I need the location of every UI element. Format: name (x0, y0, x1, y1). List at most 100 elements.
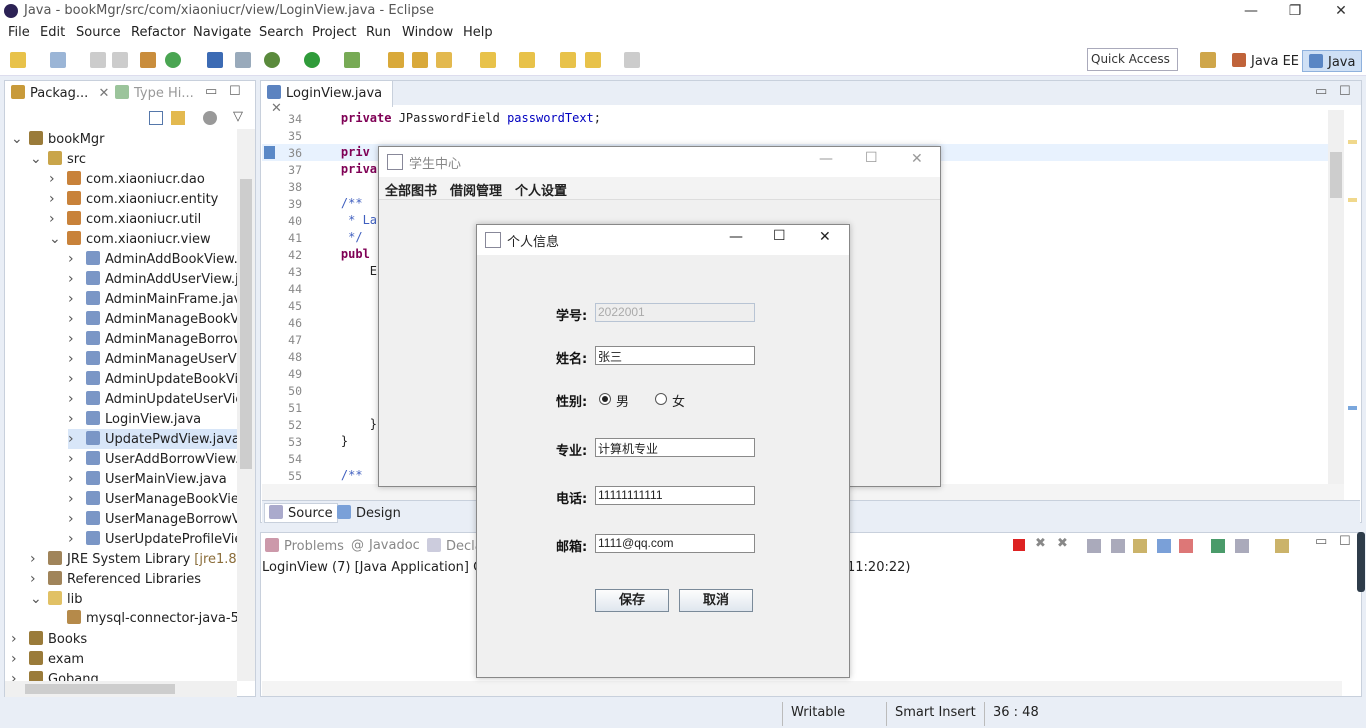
tree-item[interactable]: › LoginView.java (68, 409, 201, 429)
tree-item[interactable]: ⌄ src (30, 149, 86, 169)
save-button[interactable]: 保存 (595, 589, 669, 612)
quick-access-input[interactable]: Quick Access (1087, 48, 1178, 71)
tree-item[interactable]: › AdminManageBorrow (68, 329, 237, 349)
tree-item[interactable]: › UserManageBookView (68, 489, 237, 509)
editor-vertical-scrollbar[interactable] (1328, 110, 1344, 484)
gender-female-radio[interactable] (655, 393, 667, 405)
pin-console-icon[interactable] (1211, 539, 1225, 553)
menu-edit[interactable]: Edit (40, 25, 65, 40)
phone-field[interactable]: 11111111111 (595, 486, 755, 505)
expanded-arrow-icon[interactable]: ⌄ (11, 129, 23, 149)
build-icon[interactable] (140, 52, 156, 68)
back-icon[interactable] (585, 52, 601, 68)
tab-problems[interactable]: Problems (265, 538, 344, 554)
menu-project[interactable]: Project (312, 25, 356, 40)
open-folder-icon[interactable] (412, 52, 428, 68)
tree-item[interactable]: › AdminAddBookView.ja (68, 249, 237, 269)
tree-item[interactable]: › exam (11, 649, 84, 669)
tree-item[interactable]: ⌄ bookMgr (11, 129, 105, 149)
name-field[interactable]: 张三 (595, 346, 755, 365)
filter-icon[interactable] (203, 111, 217, 125)
tree-item[interactable]: › UserManageBorrowVi (68, 509, 237, 529)
tab-type-hierarchy[interactable]: Type Hi... (115, 85, 194, 101)
minimize-editor-icon[interactable]: ▭ (1315, 84, 1327, 99)
collapsed-arrow-icon[interactable]: › (68, 269, 80, 289)
collapsed-arrow-icon[interactable]: › (68, 289, 80, 309)
menu-help[interactable]: Help (463, 25, 493, 40)
refresh-icon[interactable] (165, 52, 181, 68)
tree-item[interactable]: › UserMainView.java (68, 469, 227, 489)
terminate-icon[interactable] (1013, 539, 1025, 551)
maximize-icon[interactable]: ☐ (865, 150, 878, 166)
save-icon[interactable] (90, 52, 106, 68)
perspective-java-ee[interactable]: Java EE (1226, 50, 1305, 72)
close-icon[interactable]: ✕ (911, 151, 923, 167)
collapsed-arrow-icon[interactable]: › (68, 329, 80, 349)
show-output-icon[interactable] (1133, 539, 1147, 553)
collapsed-arrow-icon[interactable]: › (68, 369, 80, 389)
collapsed-arrow-icon[interactable]: › (68, 449, 80, 469)
remove-launch-icon[interactable]: ✖ (1035, 536, 1046, 551)
maximize-view-icon[interactable]: ☐ (229, 84, 241, 99)
run-icon[interactable] (304, 52, 320, 68)
collapsed-arrow-icon[interactable]: › (30, 549, 42, 569)
run-external-icon[interactable] (344, 52, 360, 68)
tree-scroll-thumb[interactable] (240, 179, 252, 469)
forward-icon[interactable] (624, 52, 640, 68)
tree-item[interactable]: ⌄ lib (30, 589, 82, 609)
tree-item[interactable]: › AdminUpdateBookVie (68, 369, 237, 389)
tree-item[interactable]: › Books (11, 629, 87, 649)
collapsed-arrow-icon[interactable]: › (68, 529, 80, 549)
tree-vertical-scrollbar[interactable] (237, 129, 255, 681)
tree-horizontal-scrollbar[interactable] (5, 681, 237, 697)
collapsed-arrow-icon[interactable]: › (68, 429, 80, 449)
tab-package-explorer[interactable]: Packag... ✕ (11, 85, 109, 101)
view-menu-icon[interactable]: ▽ (233, 109, 243, 124)
minimize-icon[interactable]: — (819, 151, 833, 167)
tree-hscroll-thumb[interactable] (25, 684, 175, 694)
open-perspective-icon[interactable] (1200, 52, 1216, 68)
collapsed-arrow-icon[interactable]: › (49, 209, 61, 229)
next-annotation-icon[interactable] (480, 52, 496, 68)
close-icon[interactable]: ✕ (1318, 0, 1364, 22)
collapsed-arrow-icon[interactable]: › (11, 649, 23, 669)
menu-navigate[interactable]: Navigate (193, 25, 251, 40)
word-wrap-icon[interactable] (1157, 539, 1171, 553)
collapsed-arrow-icon[interactable]: › (11, 669, 23, 681)
tree-item[interactable]: › AdminManageUserVie (68, 349, 237, 369)
tab-design[interactable]: Design (334, 504, 404, 522)
close-tab-icon[interactable]: ✕ (98, 86, 109, 101)
collapsed-arrow-icon[interactable]: › (30, 569, 42, 589)
expanded-arrow-icon[interactable]: ⌄ (30, 149, 42, 169)
collapsed-arrow-icon[interactable]: › (68, 409, 80, 429)
maximize-editor-icon[interactable]: ☐ (1339, 84, 1351, 99)
collapsed-arrow-icon[interactable]: › (49, 169, 61, 189)
maximize-console-icon[interactable]: ☐ (1339, 534, 1351, 549)
side-handle[interactable] (1357, 532, 1365, 592)
clear-console-icon[interactable] (1087, 539, 1101, 553)
save-all-icon[interactable] (112, 52, 128, 68)
minimize-view-icon[interactable]: ▭ (205, 84, 217, 99)
tree-item[interactable]: › AdminMainFrame.java (68, 289, 237, 309)
tree-item[interactable]: › UserAddBorrowView.ja (68, 449, 237, 469)
menu-all-books[interactable]: 全部图书 (385, 180, 437, 199)
tab-loginview[interactable]: LoginView.java ✕ (261, 81, 393, 116)
expanded-arrow-icon[interactable]: ⌄ (30, 589, 42, 609)
menu-window[interactable]: Window (402, 25, 453, 40)
tree-item[interactable]: › Referenced Libraries (30, 569, 201, 589)
tree-item[interactable]: › Gobang (11, 669, 99, 681)
collapsed-arrow-icon[interactable]: › (68, 489, 80, 509)
menu-borrow-management[interactable]: 借阅管理 (450, 180, 502, 199)
major-field[interactable]: 计算机专业 (595, 438, 755, 457)
collapsed-arrow-icon[interactable]: › (49, 189, 61, 209)
display-console-icon[interactable] (1235, 539, 1249, 553)
console-horizontal-scrollbar[interactable] (262, 681, 1342, 696)
new-wizard-icon[interactable] (50, 52, 66, 68)
menu-run[interactable]: Run (366, 25, 391, 40)
scroll-lock-icon[interactable] (1111, 539, 1125, 553)
open-console-icon[interactable] (1275, 539, 1289, 553)
minimize-icon[interactable]: — (729, 229, 743, 245)
menu-personal-settings[interactable]: 个人设置 (515, 180, 567, 199)
prev-annotation-icon[interactable] (519, 52, 535, 68)
tree-item[interactable]: › AdminManageBookVi (68, 309, 237, 329)
